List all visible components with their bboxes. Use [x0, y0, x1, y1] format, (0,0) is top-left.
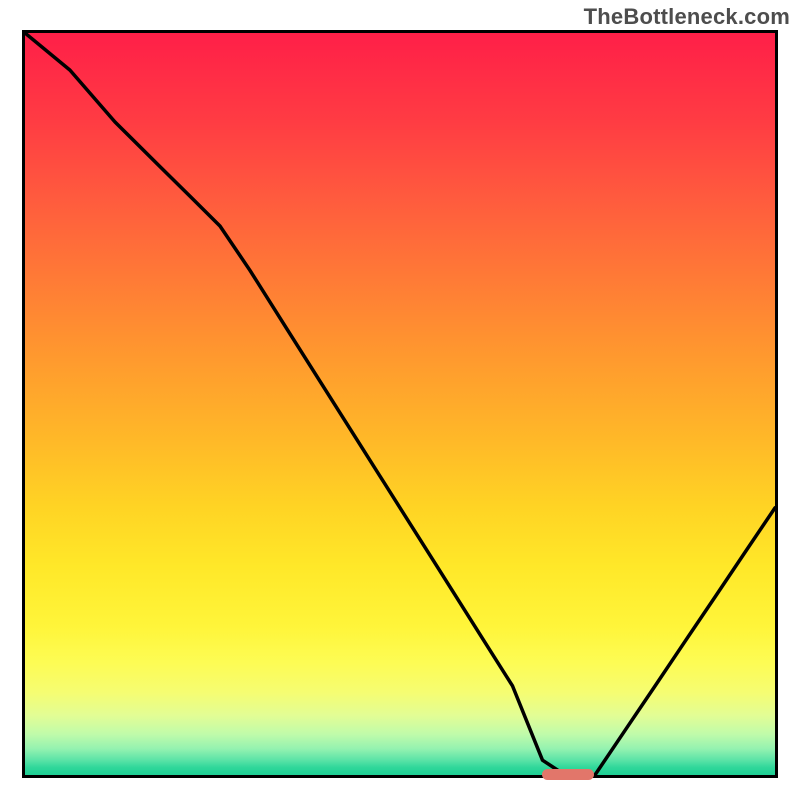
curve-svg: [25, 33, 775, 775]
bottleneck-curve: [25, 33, 775, 775]
chart-container: TheBottleneck.com: [0, 0, 800, 800]
plot-area: [22, 30, 778, 778]
watermark-text: TheBottleneck.com: [584, 4, 790, 30]
minimum-marker: [542, 769, 594, 780]
